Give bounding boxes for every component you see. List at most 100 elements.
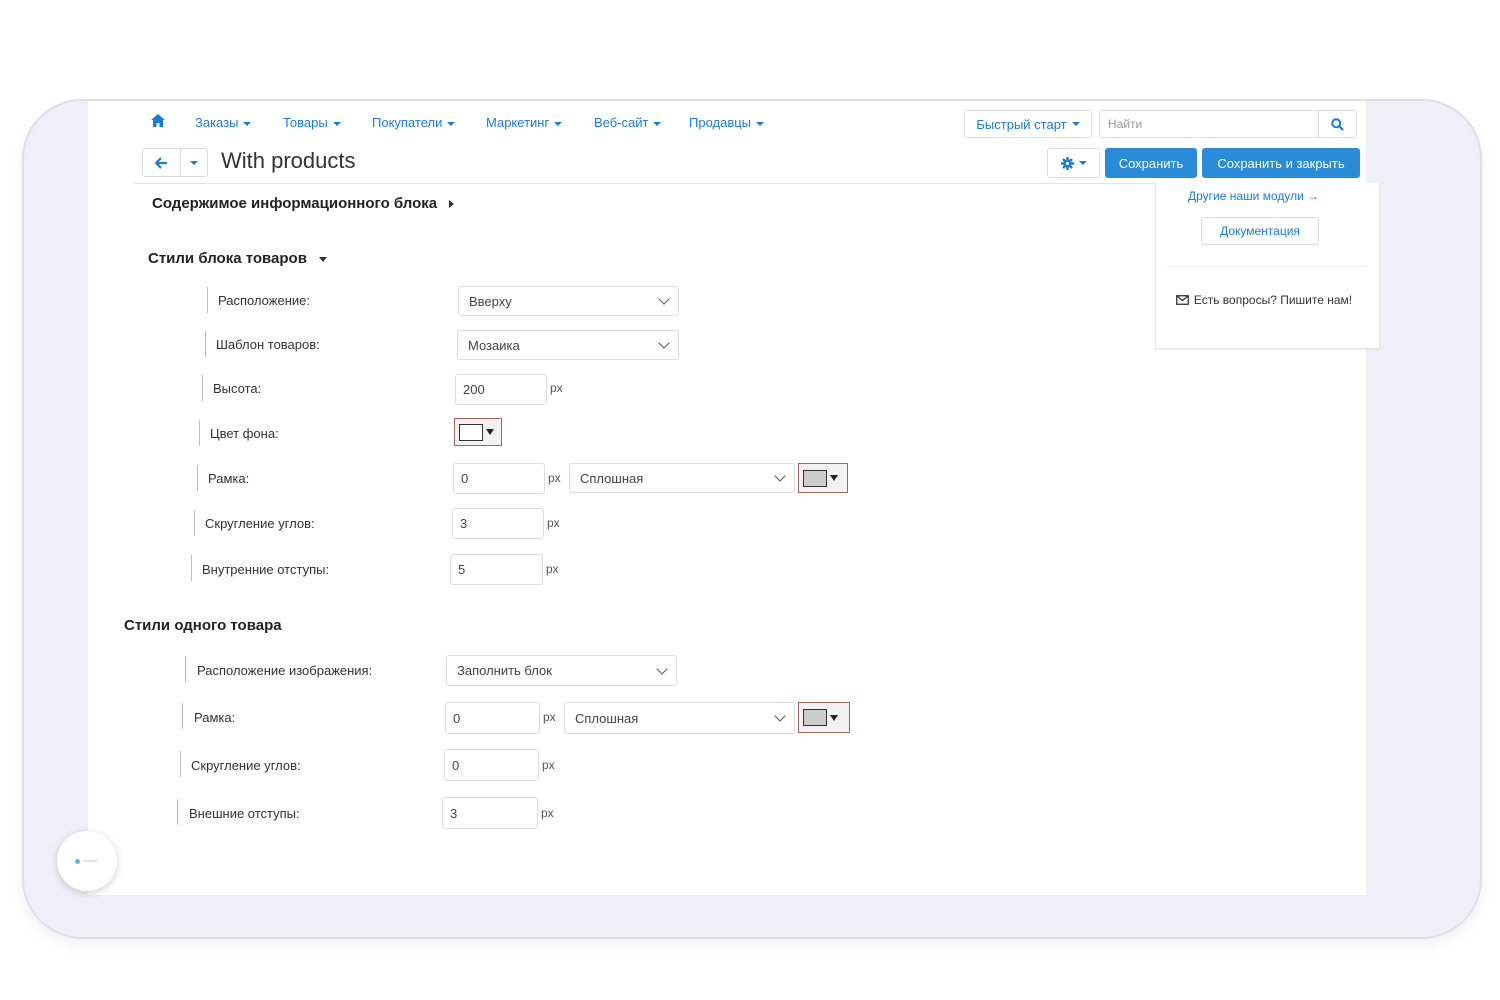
page-title: With products <box>221 148 356 173</box>
border-style-select[interactable]: Сплошная <box>569 463 795 493</box>
home-icon[interactable] <box>151 114 167 128</box>
divider <box>1166 266 1366 267</box>
template-value: Мозаика <box>468 337 520 353</box>
border-color-picker[interactable] <box>798 463 848 493</box>
color-swatch <box>803 709 827 726</box>
image-position-value: Заполнить блок <box>457 663 552 678</box>
unit-label: px <box>541 806 554 820</box>
height-label: Высота: <box>213 381 262 396</box>
item-radius-label: Скругление углов: <box>191 758 301 773</box>
unit-label: px <box>542 758 555 772</box>
settings-button[interactable] <box>1047 148 1100 178</box>
template-label: Шаблон товаров: <box>216 337 320 352</box>
caret-down-icon <box>447 121 456 126</box>
nav-vendors-label: Продавцы <box>689 115 752 130</box>
item-border-width-input[interactable]: 0 <box>445 702 540 734</box>
field-divider <box>197 465 198 491</box>
image-position-select[interactable]: Заполнить блок <box>446 655 677 686</box>
nav-marketing[interactable]: Маркетинг <box>486 115 563 130</box>
image-position-label: Расположение изображения: <box>197 663 373 678</box>
field-divider <box>177 799 178 825</box>
logo-dot <box>75 859 80 864</box>
field-divider <box>191 555 192 581</box>
position-label: Расположение: <box>218 293 310 308</box>
color-swatch <box>459 423 483 441</box>
search-input[interactable] <box>1099 110 1319 138</box>
item-border-color-picker[interactable] <box>798 702 850 733</box>
search-icon <box>1331 117 1344 131</box>
border-label: Рамка: <box>208 471 250 486</box>
nav-customers[interactable]: Покупатели <box>372 115 456 130</box>
home-button[interactable] <box>57 831 117 891</box>
field-divider <box>180 751 181 777</box>
item-border-style-select[interactable]: Сплошная <box>564 702 795 734</box>
caret-down-icon <box>1078 161 1087 165</box>
search-button[interactable] <box>1318 110 1357 138</box>
radius-input[interactable]: 3 <box>452 508 544 539</box>
caret-down-icon <box>318 256 327 262</box>
nav-products[interactable]: Товары <box>283 115 341 130</box>
caret-down-icon <box>830 475 838 481</box>
field-divider <box>199 420 200 446</box>
caret-down-icon <box>190 160 198 165</box>
other-modules-link[interactable]: Другие наши модули → <box>1188 189 1319 203</box>
caret-down-icon <box>243 121 252 126</box>
back-dropdown-button[interactable] <box>180 148 208 177</box>
item-margin-input[interactable]: 3 <box>442 797 538 829</box>
chevron-down-icon <box>774 470 786 482</box>
save-button[interactable]: Сохранить <box>1105 148 1197 178</box>
field-divider <box>202 375 203 401</box>
caret-down-icon <box>332 121 341 126</box>
chevron-down-icon <box>658 293 670 305</box>
contact-note[interactable]: Есть вопросы? Пишите нам! <box>1170 290 1358 311</box>
documentation-button[interactable]: Документация <box>1201 217 1319 245</box>
nav-orders-label: Заказы <box>195 115 239 130</box>
arrow-left-icon <box>155 156 167 169</box>
contact-text: Есть вопросы? Пишите нам! <box>1193 293 1353 307</box>
color-swatch <box>803 469 827 487</box>
quick-start-label: Быстрый старт <box>976 116 1067 132</box>
field-divider <box>194 510 195 536</box>
item-border-style-value: Сплошная <box>575 710 639 726</box>
nav-marketing-label: Маркетинг <box>486 115 550 130</box>
nav-products-label: Товары <box>283 115 328 130</box>
item-styles-title: Стили одного товара <box>124 617 282 634</box>
unit-label: px <box>547 516 560 530</box>
quick-start-button[interactable]: Быстрый старт <box>964 110 1092 138</box>
nav-website[interactable]: Веб-сайт <box>594 115 662 130</box>
envelope-icon <box>1175 295 1189 305</box>
caret-down-icon <box>486 429 494 435</box>
height-input[interactable]: 200 <box>455 374 547 405</box>
caret-right-icon <box>449 200 455 209</box>
nav-customers-label: Покупатели <box>372 115 443 130</box>
field-divider <box>207 287 208 313</box>
position-select[interactable]: Вверху <box>458 286 679 316</box>
bg-color-label: Цвет фона: <box>210 426 279 441</box>
padding-input[interactable]: 5 <box>450 554 543 585</box>
back-button[interactable] <box>142 148 181 177</box>
caret-down-icon <box>653 121 662 126</box>
item-radius-input[interactable]: 0 <box>444 749 539 781</box>
bg-color-picker[interactable] <box>454 418 502 446</box>
chevron-down-icon <box>774 710 786 722</box>
block-styles-title: Стили блока товаров <box>148 250 307 267</box>
nav-orders[interactable]: Заказы <box>195 115 252 130</box>
unit-label: px <box>546 562 559 576</box>
border-style-value: Сплошная <box>580 470 644 486</box>
chevron-down-icon <box>656 662 668 675</box>
position-value: Вверху <box>469 293 512 309</box>
gear-icon <box>1060 156 1074 170</box>
save-and-close-button[interactable]: Сохранить и закрыть <box>1202 148 1360 178</box>
border-width-input[interactable]: 0 <box>453 463 545 494</box>
field-divider <box>205 331 206 357</box>
padding-label: Внутренние отступы: <box>202 562 330 577</box>
content-section-toggle[interactable]: Содержимое информационного блока <box>152 195 455 212</box>
unit-label: px <box>543 710 556 724</box>
template-select[interactable]: Мозаика <box>457 330 679 360</box>
field-divider <box>185 656 186 682</box>
caret-down-icon <box>830 714 838 721</box>
nav-vendors[interactable]: Продавцы <box>689 115 765 130</box>
radius-label: Скругление углов: <box>205 516 315 531</box>
block-styles-toggle[interactable]: Стили блока товаров <box>148 250 327 267</box>
item-margin-label: Внешние отступы: <box>189 806 300 821</box>
